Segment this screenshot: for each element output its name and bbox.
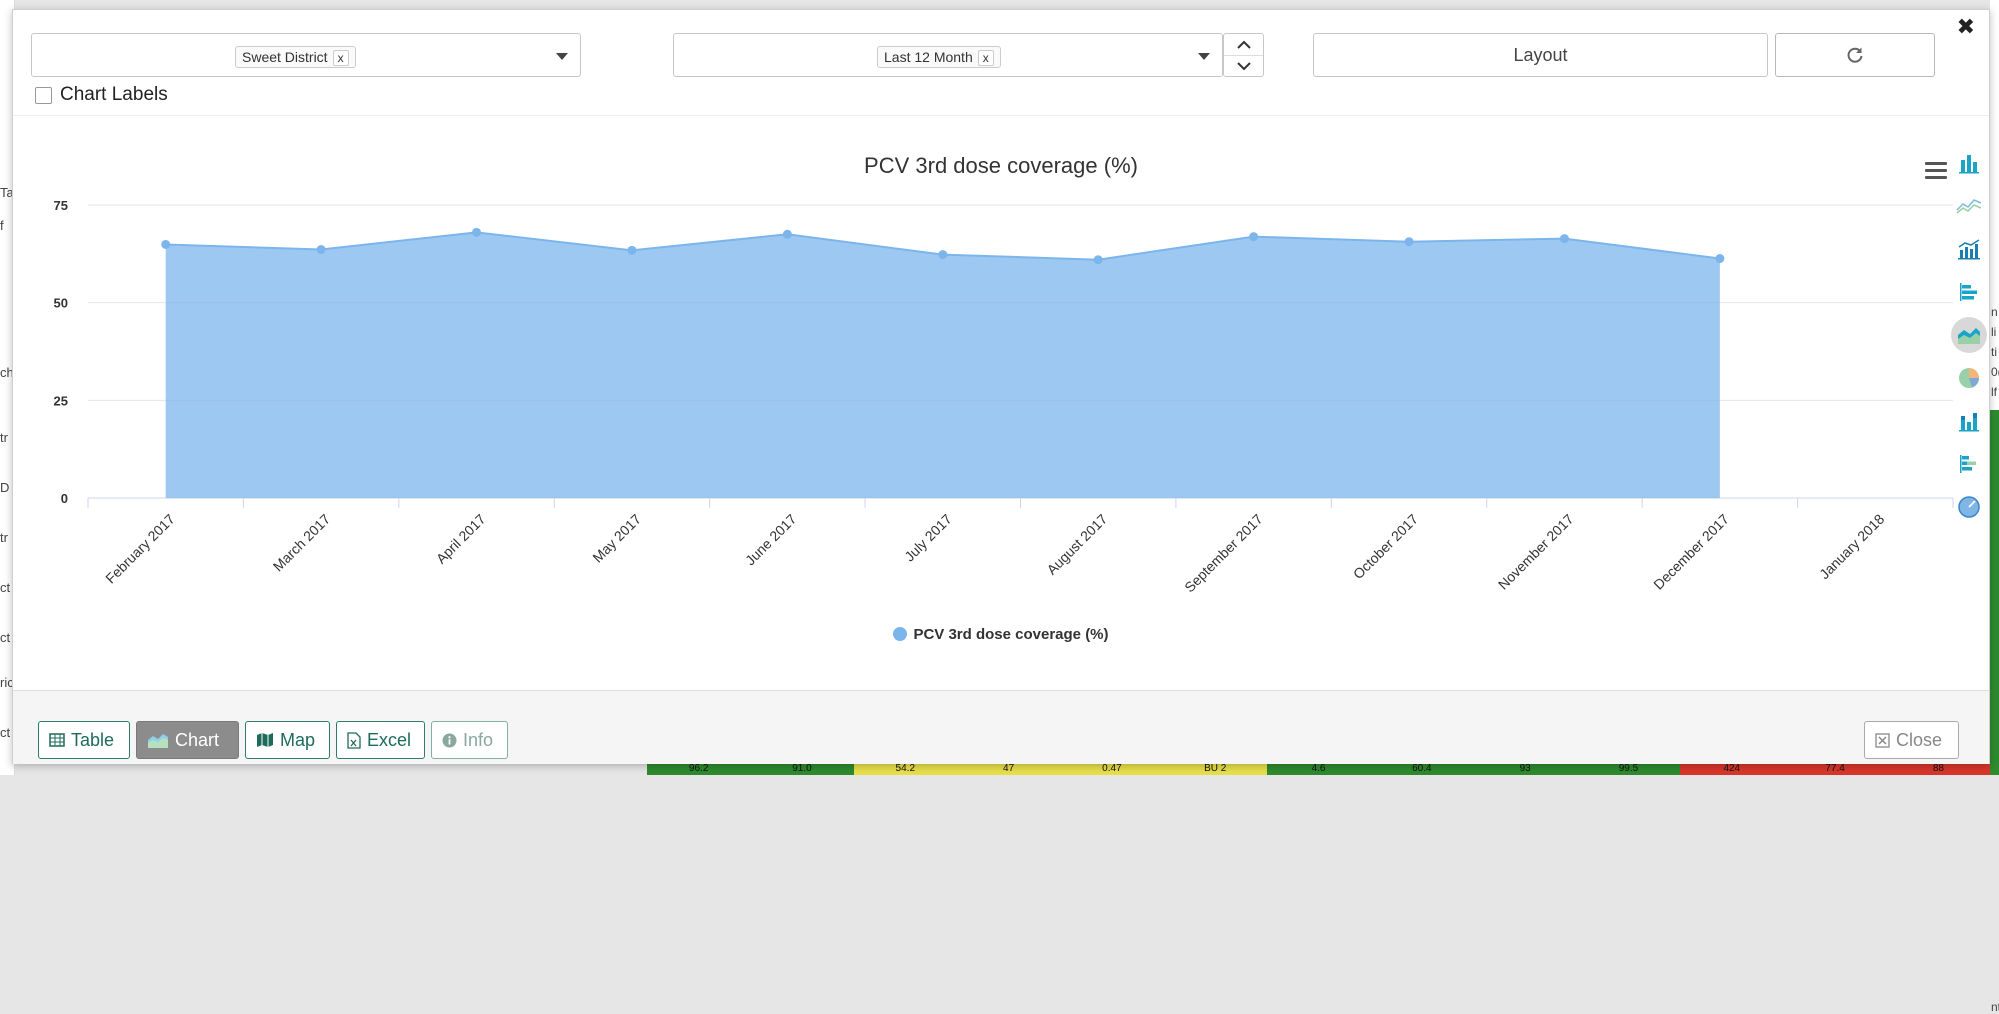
x-tick-label: December 2017: [1650, 511, 1732, 593]
background-cell: 99.5: [1576, 763, 1681, 775]
data-point: [161, 239, 171, 249]
area-chart: 0 25 50 75 February 2017 March 2017 April 2017…: [54, 198, 1954, 596]
background-fragment: ti: [1991, 345, 1997, 359]
background-cell: 88: [1886, 763, 1991, 775]
background-fragment: nt: [1991, 1000, 1999, 1014]
background-fragment: ct: [0, 725, 11, 740]
x-tick-label: February 2017: [102, 511, 178, 587]
background-fragment: lf: [1991, 385, 1997, 399]
chart-modal: ✖ Sweet District x Last 12 Month x Layout …: [12, 9, 1990, 764]
data-point: [782, 229, 792, 239]
data-point: [472, 227, 482, 237]
legend-label: PCV 3rd dose coverage (%): [913, 626, 1109, 643]
gauge-icon[interactable]: [1951, 489, 1987, 525]
column-line-combo-icon[interactable]: [1951, 231, 1987, 267]
x-tick-label: May 2017: [589, 511, 644, 566]
modal-footer: Table Chart Map Excel Info Close: [13, 690, 1989, 764]
info-icon: [442, 733, 457, 747]
x-tick-label: September 2017: [1181, 511, 1266, 596]
line-chart-icon[interactable]: [1951, 188, 1987, 224]
background-cell: 4.6: [1266, 763, 1371, 775]
background-cell: 54.2: [853, 763, 957, 775]
background-fragment: ct: [0, 580, 11, 595]
chart-button-label: Chart: [175, 729, 220, 750]
background-fragment: D: [0, 480, 10, 495]
x-tick-label: July 2017: [901, 511, 955, 565]
x-tick-label: October 2017: [1350, 511, 1421, 582]
background-fragment: tr: [0, 530, 8, 545]
table-button[interactable]: Table: [38, 721, 130, 759]
background-cell: 60.4: [1370, 763, 1474, 775]
table-icon: [49, 733, 65, 747]
area-chart-icon: [148, 734, 168, 748]
bar-chart-icon[interactable]: [1951, 274, 1987, 310]
data-point: [938, 250, 948, 260]
excel-file-icon: [347, 731, 361, 749]
x-tick-label: August 2017: [1043, 511, 1110, 578]
y-tick-label: 75: [54, 198, 68, 213]
data-point: [316, 245, 326, 255]
background-fragment: li: [1991, 325, 1997, 339]
stacked-bar-icon[interactable]: [1951, 446, 1987, 482]
data-point: [1249, 232, 1259, 242]
chart-button[interactable]: Chart: [136, 721, 239, 759]
area-series-fill: [165, 232, 1720, 498]
data-point: [627, 245, 637, 255]
area-chart-icon[interactable]: [1951, 317, 1987, 353]
background-cell: 0.47: [1060, 763, 1164, 775]
table-button-label: Table: [71, 729, 115, 750]
background-fragment: 0(: [1991, 365, 1999, 379]
y-tick-label: 50: [54, 296, 68, 311]
close-button[interactable]: Close: [1864, 721, 1959, 759]
background-cell: 91.0: [750, 763, 854, 775]
background-cell: 424: [1680, 763, 1784, 775]
data-point: [1715, 254, 1725, 264]
x-tick-label: April 2017: [433, 511, 489, 567]
background-cell: 77.4: [1783, 763, 1887, 775]
map-icon: [257, 733, 273, 747]
excel-button[interactable]: Excel: [336, 721, 425, 759]
data-point: [1404, 237, 1414, 247]
x-tick-label: March 2017: [270, 511, 334, 575]
data-point: [1093, 255, 1103, 265]
background-status-strip: [1990, 410, 1999, 775]
y-tick-label: 0: [61, 491, 68, 506]
data-point: [1559, 234, 1569, 244]
chart-title: PCV 3rd dose coverage (%): [864, 153, 1138, 178]
x-tick-label: January 2018: [1816, 511, 1887, 582]
info-button[interactable]: Info: [431, 721, 508, 759]
stacked-column-icon[interactable]: [1951, 403, 1987, 439]
chart-menu-icon[interactable]: [1925, 162, 1947, 180]
x-tick-label: June 2017: [742, 511, 800, 569]
info-button-label: Info: [463, 729, 494, 750]
pie-chart-icon[interactable]: [1951, 360, 1987, 396]
column-chart-icon[interactable]: [1951, 145, 1987, 181]
excel-button-label: Excel: [367, 729, 412, 750]
legend-marker: [893, 627, 908, 641]
background-fragment: ct: [0, 630, 11, 645]
background-fragment: n: [1991, 305, 1998, 319]
map-button[interactable]: Map: [245, 721, 330, 759]
background-cell: BU 2: [1163, 763, 1267, 775]
background-table-row: 96.2 91.0 54.2 47 0.47 BU 2 4.6 60.4 93 99.5 424 77…: [647, 763, 1991, 775]
y-tick-label: 25: [54, 393, 68, 408]
background-cell: 96.2: [647, 763, 751, 775]
chart-legend[interactable]: PCV 3rd dose coverage (%): [13, 626, 1989, 643]
background-fragment: tr: [0, 430, 8, 445]
x-tick-label: November 2017: [1495, 511, 1577, 593]
close-icon: [1875, 732, 1890, 748]
background-fragment: f: [0, 218, 4, 233]
map-button-label: Map: [280, 729, 316, 750]
background-cell: 93: [1473, 763, 1577, 775]
close-button-label: Close: [1896, 729, 1943, 750]
background-cell: 47: [956, 763, 1061, 775]
